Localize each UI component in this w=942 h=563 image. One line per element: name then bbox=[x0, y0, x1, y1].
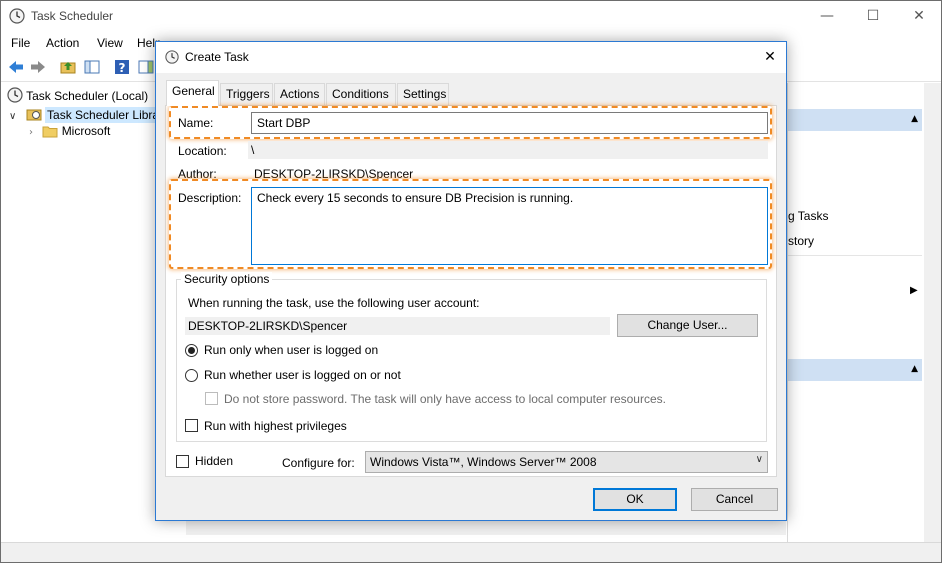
cancel-button[interactable]: Cancel bbox=[691, 488, 778, 511]
tab-triggers[interactable]: Triggers bbox=[220, 83, 273, 105]
menu-file[interactable]: File bbox=[11, 36, 30, 50]
show-hide-tree-icon[interactable] bbox=[83, 58, 101, 76]
ok-button[interactable]: OK bbox=[593, 488, 677, 511]
actions-header[interactable]: ▲ bbox=[788, 109, 922, 131]
svg-text:?: ? bbox=[119, 61, 126, 75]
configure-for-label: Configure for: bbox=[282, 456, 355, 470]
highest-privileges-checkbox[interactable] bbox=[185, 419, 198, 432]
tree-library[interactable]: ∨ Task Scheduler Library bbox=[9, 106, 172, 123]
author-value: DESKTOP-2LIRSKD\Spencer bbox=[254, 167, 414, 181]
hidden-checkbox[interactable] bbox=[176, 455, 189, 468]
configure-for-value: Windows Vista™, Windows Server™ 2008 bbox=[370, 455, 597, 469]
action-item-partial-2[interactable]: story bbox=[788, 234, 814, 248]
radio-run-whether-label[interactable]: Run whether user is logged on or not bbox=[204, 368, 401, 382]
chevron-down-icon: ∨ bbox=[755, 454, 763, 465]
change-user-button[interactable]: Change User... bbox=[617, 314, 758, 337]
highest-privileges-label[interactable]: Run with highest privileges bbox=[204, 419, 347, 433]
tab-actions[interactable]: Actions bbox=[274, 83, 325, 105]
back-arrow-icon[interactable] bbox=[7, 58, 25, 76]
status-bar bbox=[1, 542, 941, 562]
clock-icon bbox=[165, 50, 179, 67]
minimize-button[interactable]: — bbox=[804, 1, 850, 32]
navigation-tree: Task Scheduler (Local) ∨ Task Scheduler … bbox=[1, 83, 172, 523]
dialog-title: Create Task bbox=[185, 50, 249, 64]
clock-icon bbox=[7, 87, 23, 103]
radio-run-whether[interactable] bbox=[185, 369, 198, 382]
account-value: DESKTOP-2LIRSKD\Spencer bbox=[185, 317, 610, 335]
tree-root-label: Task Scheduler (Local) bbox=[26, 89, 149, 103]
help-icon[interactable]: ? bbox=[113, 58, 131, 76]
dialog-close-button[interactable]: ✕ bbox=[754, 42, 786, 73]
maximize-button[interactable]: ☐ bbox=[850, 1, 896, 32]
show-action-pane-icon[interactable] bbox=[137, 58, 155, 76]
tree-microsoft-label: Microsoft bbox=[61, 124, 111, 138]
tree-root[interactable]: Task Scheduler (Local) bbox=[7, 87, 148, 103]
tree-microsoft[interactable]: › Microsoft bbox=[29, 124, 110, 138]
action-item-partial-1[interactable]: g Tasks bbox=[788, 209, 828, 223]
description-label: Description: bbox=[178, 191, 242, 205]
tree-library-label: Task Scheduler Library bbox=[45, 107, 172, 123]
main-title-bar[interactable]: Task Scheduler — ☐ ✕ bbox=[1, 1, 941, 32]
no-store-password-label: Do not store password. The task will onl… bbox=[224, 392, 666, 406]
submenu-arrow-icon: ▶ bbox=[910, 285, 918, 296]
actions-pane: ▲ g Tasks story ▶ ▲ bbox=[787, 83, 941, 543]
name-field[interactable]: Start DBP bbox=[251, 112, 768, 134]
menu-view[interactable]: View bbox=[97, 36, 123, 50]
up-folder-icon[interactable] bbox=[59, 58, 77, 76]
radio-run-logged-on-label[interactable]: Run only when user is logged on bbox=[204, 343, 378, 357]
collapse-icon: ▲ bbox=[911, 364, 918, 374]
radio-run-logged-on[interactable] bbox=[185, 344, 198, 357]
center-scrollbar[interactable] bbox=[186, 519, 786, 535]
forward-arrow-icon[interactable] bbox=[29, 58, 47, 76]
divider bbox=[788, 255, 922, 256]
close-button[interactable]: ✕ bbox=[896, 1, 942, 32]
chevron-right-icon: › bbox=[29, 127, 33, 138]
tab-conditions[interactable]: Conditions bbox=[326, 83, 396, 105]
chevron-down-icon: ∨ bbox=[9, 111, 17, 122]
hidden-label[interactable]: Hidden bbox=[195, 454, 233, 468]
location-value: \ bbox=[248, 141, 768, 159]
account-prompt: When running the task, use the following… bbox=[188, 296, 480, 310]
description-field[interactable]: Check every 15 seconds to ensure DB Prec… bbox=[251, 187, 768, 265]
author-label: Author: bbox=[178, 167, 217, 181]
tab-general[interactable]: General bbox=[166, 80, 219, 106]
clock-icon bbox=[9, 8, 25, 27]
tab-settings[interactable]: Settings bbox=[397, 83, 449, 105]
actions-scrollbar[interactable] bbox=[924, 83, 941, 543]
name-label: Name: bbox=[178, 116, 214, 130]
library-folder-icon bbox=[26, 109, 42, 121]
configure-for-select[interactable]: Windows Vista™, Windows Server™ 2008 ∨ bbox=[365, 451, 768, 473]
selected-item-header[interactable]: ▲ bbox=[788, 359, 922, 381]
create-task-dialog: Create Task ✕ General Triggers Actions C… bbox=[155, 41, 787, 521]
location-label: Location: bbox=[178, 144, 227, 158]
collapse-icon: ▲ bbox=[911, 114, 918, 124]
dialog-title-bar[interactable]: Create Task ✕ bbox=[156, 42, 786, 73]
folder-icon bbox=[42, 126, 58, 138]
menu-action[interactable]: Action bbox=[46, 36, 79, 50]
main-title: Task Scheduler bbox=[31, 9, 114, 23]
no-store-password-checkbox bbox=[205, 392, 218, 405]
security-options-legend: Security options bbox=[181, 272, 273, 286]
